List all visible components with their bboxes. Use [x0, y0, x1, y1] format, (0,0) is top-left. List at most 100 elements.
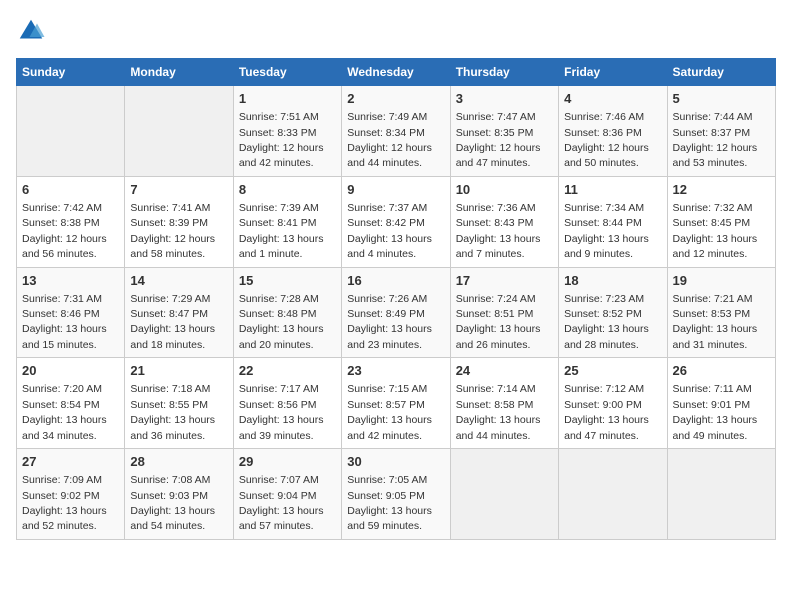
daylight-info: Daylight: 13 hours and 26 minutes.: [456, 323, 541, 350]
day-number: 10: [456, 181, 553, 199]
calendar-table: SundayMondayTuesdayWednesdayThursdayFrid…: [16, 58, 776, 540]
calendar-cell: 5 Sunrise: 7:44 AM Sunset: 8:37 PM Dayli…: [667, 86, 775, 177]
day-number: 11: [564, 181, 661, 199]
day-number: 6: [22, 181, 119, 199]
calendar-cell: 8 Sunrise: 7:39 AM Sunset: 8:41 PM Dayli…: [233, 176, 341, 267]
weekday-header-wednesday: Wednesday: [342, 59, 450, 86]
calendar-cell: 13 Sunrise: 7:31 AM Sunset: 8:46 PM Dayl…: [17, 267, 125, 358]
day-number: 22: [239, 362, 336, 380]
calendar-cell: 17 Sunrise: 7:24 AM Sunset: 8:51 PM Dayl…: [450, 267, 558, 358]
sunrise-info: Sunrise: 7:20 AM: [22, 383, 102, 395]
weekday-header-friday: Friday: [559, 59, 667, 86]
day-number: 9: [347, 181, 444, 199]
calendar-cell: 7 Sunrise: 7:41 AM Sunset: 8:39 PM Dayli…: [125, 176, 233, 267]
daylight-info: Daylight: 13 hours and 20 minutes.: [239, 323, 324, 350]
sunrise-info: Sunrise: 7:32 AM: [673, 202, 753, 214]
sunset-info: Sunset: 8:33 PM: [239, 127, 317, 139]
weekday-header-monday: Monday: [125, 59, 233, 86]
sunrise-info: Sunrise: 7:29 AM: [130, 293, 210, 305]
sunrise-info: Sunrise: 7:12 AM: [564, 383, 644, 395]
calendar-cell: 12 Sunrise: 7:32 AM Sunset: 8:45 PM Dayl…: [667, 176, 775, 267]
day-number: 25: [564, 362, 661, 380]
day-number: 4: [564, 90, 661, 108]
day-number: 23: [347, 362, 444, 380]
day-number: 5: [673, 90, 770, 108]
daylight-info: Daylight: 12 hours and 47 minutes.: [456, 142, 541, 169]
daylight-info: Daylight: 13 hours and 59 minutes.: [347, 505, 432, 532]
day-number: 30: [347, 453, 444, 471]
logo: [16, 16, 50, 46]
sunset-info: Sunset: 8:52 PM: [564, 308, 642, 320]
calendar-cell: 23 Sunrise: 7:15 AM Sunset: 8:57 PM Dayl…: [342, 358, 450, 449]
sunset-info: Sunset: 9:04 PM: [239, 490, 317, 502]
calendar-week-5: 27 Sunrise: 7:09 AM Sunset: 9:02 PM Dayl…: [17, 449, 776, 540]
day-number: 19: [673, 272, 770, 290]
sunrise-info: Sunrise: 7:23 AM: [564, 293, 644, 305]
calendar-cell: 3 Sunrise: 7:47 AM Sunset: 8:35 PM Dayli…: [450, 86, 558, 177]
calendar-cell: 10 Sunrise: 7:36 AM Sunset: 8:43 PM Dayl…: [450, 176, 558, 267]
daylight-info: Daylight: 13 hours and 7 minutes.: [456, 233, 541, 260]
calendar-cell: 4 Sunrise: 7:46 AM Sunset: 8:36 PM Dayli…: [559, 86, 667, 177]
sunrise-info: Sunrise: 7:26 AM: [347, 293, 427, 305]
sunrise-info: Sunrise: 7:42 AM: [22, 202, 102, 214]
calendar-week-2: 6 Sunrise: 7:42 AM Sunset: 8:38 PM Dayli…: [17, 176, 776, 267]
sunset-info: Sunset: 8:47 PM: [130, 308, 208, 320]
calendar-cell: 27 Sunrise: 7:09 AM Sunset: 9:02 PM Dayl…: [17, 449, 125, 540]
calendar-cell: 25 Sunrise: 7:12 AM Sunset: 9:00 PM Dayl…: [559, 358, 667, 449]
day-number: 21: [130, 362, 227, 380]
daylight-info: Daylight: 12 hours and 58 minutes.: [130, 233, 215, 260]
calendar-cell: 30 Sunrise: 7:05 AM Sunset: 9:05 PM Dayl…: [342, 449, 450, 540]
day-number: 26: [673, 362, 770, 380]
calendar-cell: 28 Sunrise: 7:08 AM Sunset: 9:03 PM Dayl…: [125, 449, 233, 540]
daylight-info: Daylight: 13 hours and 15 minutes.: [22, 323, 107, 350]
daylight-info: Daylight: 13 hours and 44 minutes.: [456, 414, 541, 441]
daylight-info: Daylight: 13 hours and 23 minutes.: [347, 323, 432, 350]
sunset-info: Sunset: 8:36 PM: [564, 127, 642, 139]
sunset-info: Sunset: 9:02 PM: [22, 490, 100, 502]
sunrise-info: Sunrise: 7:31 AM: [22, 293, 102, 305]
sunrise-info: Sunrise: 7:18 AM: [130, 383, 210, 395]
sunset-info: Sunset: 8:37 PM: [673, 127, 751, 139]
daylight-info: Daylight: 13 hours and 47 minutes.: [564, 414, 649, 441]
day-number: 24: [456, 362, 553, 380]
sunset-info: Sunset: 8:53 PM: [673, 308, 751, 320]
calendar-cell: [125, 86, 233, 177]
sunset-info: Sunset: 8:45 PM: [673, 217, 751, 229]
daylight-info: Daylight: 13 hours and 39 minutes.: [239, 414, 324, 441]
sunset-info: Sunset: 8:34 PM: [347, 127, 425, 139]
day-number: 20: [22, 362, 119, 380]
daylight-info: Daylight: 13 hours and 52 minutes.: [22, 505, 107, 532]
sunset-info: Sunset: 9:00 PM: [564, 399, 642, 411]
calendar-cell: 18 Sunrise: 7:23 AM Sunset: 8:52 PM Dayl…: [559, 267, 667, 358]
sunset-info: Sunset: 8:49 PM: [347, 308, 425, 320]
calendar-cell: [450, 449, 558, 540]
sunset-info: Sunset: 9:01 PM: [673, 399, 751, 411]
sunrise-info: Sunrise: 7:47 AM: [456, 111, 536, 123]
calendar-cell: 9 Sunrise: 7:37 AM Sunset: 8:42 PM Dayli…: [342, 176, 450, 267]
daylight-info: Daylight: 12 hours and 50 minutes.: [564, 142, 649, 169]
calendar-header: SundayMondayTuesdayWednesdayThursdayFrid…: [17, 59, 776, 86]
sunrise-info: Sunrise: 7:11 AM: [673, 383, 752, 395]
sunset-info: Sunset: 8:43 PM: [456, 217, 534, 229]
sunrise-info: Sunrise: 7:07 AM: [239, 474, 319, 486]
sunset-info: Sunset: 8:41 PM: [239, 217, 317, 229]
daylight-info: Daylight: 12 hours and 44 minutes.: [347, 142, 432, 169]
day-number: 29: [239, 453, 336, 471]
logo-icon: [16, 16, 46, 46]
sunrise-info: Sunrise: 7:21 AM: [673, 293, 753, 305]
sunrise-info: Sunrise: 7:24 AM: [456, 293, 536, 305]
calendar-week-1: 1 Sunrise: 7:51 AM Sunset: 8:33 PM Dayli…: [17, 86, 776, 177]
sunrise-info: Sunrise: 7:44 AM: [673, 111, 753, 123]
weekday-header-tuesday: Tuesday: [233, 59, 341, 86]
day-number: 28: [130, 453, 227, 471]
sunset-info: Sunset: 9:03 PM: [130, 490, 208, 502]
day-number: 17: [456, 272, 553, 290]
sunrise-info: Sunrise: 7:37 AM: [347, 202, 427, 214]
calendar-cell: 29 Sunrise: 7:07 AM Sunset: 9:04 PM Dayl…: [233, 449, 341, 540]
calendar-cell: 14 Sunrise: 7:29 AM Sunset: 8:47 PM Dayl…: [125, 267, 233, 358]
sunrise-info: Sunrise: 7:15 AM: [347, 383, 427, 395]
sunset-info: Sunset: 9:05 PM: [347, 490, 425, 502]
daylight-info: Daylight: 13 hours and 9 minutes.: [564, 233, 649, 260]
calendar-cell: 24 Sunrise: 7:14 AM Sunset: 8:58 PM Dayl…: [450, 358, 558, 449]
sunrise-info: Sunrise: 7:36 AM: [456, 202, 536, 214]
